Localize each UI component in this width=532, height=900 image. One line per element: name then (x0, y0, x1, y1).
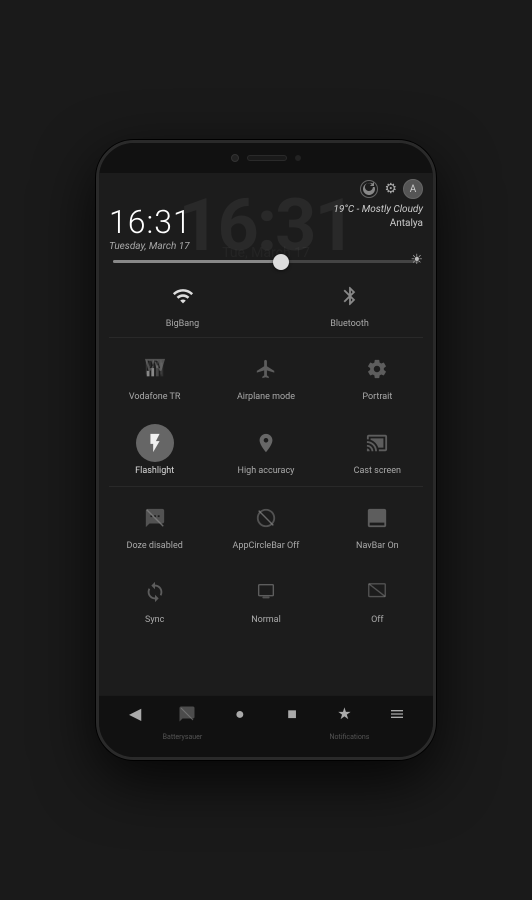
clock-left: 16:31 Tuesday, March 17 (109, 203, 192, 252)
status-icons: ⚙ A (360, 179, 423, 199)
toggle-navbar[interactable]: NavBar On (322, 491, 433, 557)
bottom-label-left: Batterysauer (163, 733, 203, 741)
toggle-airplane[interactable]: Airplane mode (210, 342, 321, 408)
toggle-flashlight[interactable]: Flashlight (99, 416, 210, 482)
settings-icon[interactable]: ⚙ (384, 181, 397, 197)
recent-button[interactable]: ■ (278, 700, 306, 728)
quick-grid-row5: Sync Normal (99, 561, 433, 635)
vodafone-label: Vodafone TR (129, 392, 181, 402)
weather-location: Antalya (333, 217, 423, 231)
off-label: Off (371, 615, 383, 625)
spacer (99, 635, 433, 695)
quick-grid-row2: Vodafone TR Airplane mode Portrait (99, 338, 433, 412)
toggle-vodafone[interactable]: Vodafone TR (99, 342, 210, 408)
bluetooth-label: Bluetooth (330, 319, 369, 329)
brightness-fill (113, 260, 281, 263)
airplane-label: Airplane mode (237, 392, 295, 402)
doze-label: Doze disabled (127, 541, 183, 551)
toggle-bigbang[interactable]: BigBang (99, 269, 266, 335)
clock-area: 16:31 Tuesday, March 17 19°C - Mostly Cl… (99, 201, 433, 252)
sync-icon[interactable] (360, 180, 378, 198)
off-icon-wrap (358, 573, 396, 611)
clock-time: 16:31 (109, 203, 192, 241)
avatar[interactable]: A (403, 179, 423, 199)
toggle-off[interactable]: Off (322, 565, 433, 631)
toggle-normal[interactable]: Normal (210, 565, 321, 631)
nav-bar: ◀ ● ■ ★ (99, 695, 433, 731)
sensor-dot (295, 155, 301, 161)
bluetooth-icon-wrap (331, 277, 369, 315)
menu-button[interactable] (383, 700, 411, 728)
accuracy-label: High accuracy (238, 466, 295, 476)
phone-frame: 16:31 Tue, March 17 ⚙ A 16:31 Tuesday, M… (96, 140, 436, 760)
toggle-cast[interactable]: Cast screen (322, 416, 433, 482)
appcircle-label: AppCircleBar Off (233, 541, 300, 551)
clock-date: Tuesday, March 17 (109, 241, 192, 252)
quick-grid-row1: BigBang Bluetooth (99, 267, 433, 337)
doze-icon-wrap (136, 499, 174, 537)
flashlight-icon-wrap (136, 424, 174, 462)
quick-grid-row4: Doze disabled AppCircleBar Off (99, 487, 433, 561)
flashlight-label: Flashlight (135, 466, 174, 476)
brightness-row: ☀ (99, 252, 433, 267)
brightness-sun-icon: ☀ (410, 252, 423, 268)
bottom-labels: Batterysauer Notifications (99, 731, 433, 745)
normal-icon-wrap (247, 573, 285, 611)
toggle-portrait[interactable]: Portrait (322, 342, 433, 408)
cast-label: Cast screen (354, 466, 401, 476)
accuracy-icon-wrap (247, 424, 285, 462)
normal-label: Normal (251, 615, 281, 625)
toggle-appcircle[interactable]: AppCircleBar Off (210, 491, 321, 557)
navbar-icon-wrap (358, 499, 396, 537)
quick-grid-row3: Flashlight High accuracy Cast screen (99, 412, 433, 486)
weather-info: 19°C - Mostly Cloudy Antalya (333, 203, 423, 231)
star-button[interactable]: ★ (330, 700, 358, 728)
cast-icon-wrap (358, 424, 396, 462)
weather-temp: 19°C - Mostly Cloudy (333, 203, 423, 217)
brightness-track[interactable] (113, 260, 419, 263)
toggle-sync[interactable]: Sync (99, 565, 210, 631)
portrait-icon-wrap (358, 350, 396, 388)
status-row: ⚙ A (99, 173, 433, 201)
bottom-label-right: Notifications (330, 733, 370, 741)
camera-dot (231, 154, 239, 162)
sync-toggle-icon-wrap (136, 573, 174, 611)
toggle-doze[interactable]: Doze disabled (99, 491, 210, 557)
airplane-icon-wrap (247, 350, 285, 388)
home-button[interactable]: ● (226, 700, 254, 728)
appcircle-icon-wrap (247, 499, 285, 537)
speaker-grille (247, 155, 287, 161)
portrait-label: Portrait (362, 392, 392, 402)
toggle-accuracy[interactable]: High accuracy (210, 416, 321, 482)
screen: 16:31 Tue, March 17 ⚙ A 16:31 Tuesday, M… (99, 173, 433, 745)
phone-bottom-bar (99, 745, 433, 757)
toggle-bluetooth[interactable]: Bluetooth (266, 269, 433, 335)
bigbang-label: BigBang (166, 319, 199, 329)
phone-top-bar (99, 143, 433, 173)
unknown-nav-icon[interactable] (173, 700, 201, 728)
bigbang-icon-wrap (164, 277, 202, 315)
sync-label: Sync (145, 615, 164, 625)
vodafone-icon-wrap (136, 350, 174, 388)
navbar-label: NavBar On (356, 541, 399, 551)
back-button[interactable]: ◀ (121, 700, 149, 728)
